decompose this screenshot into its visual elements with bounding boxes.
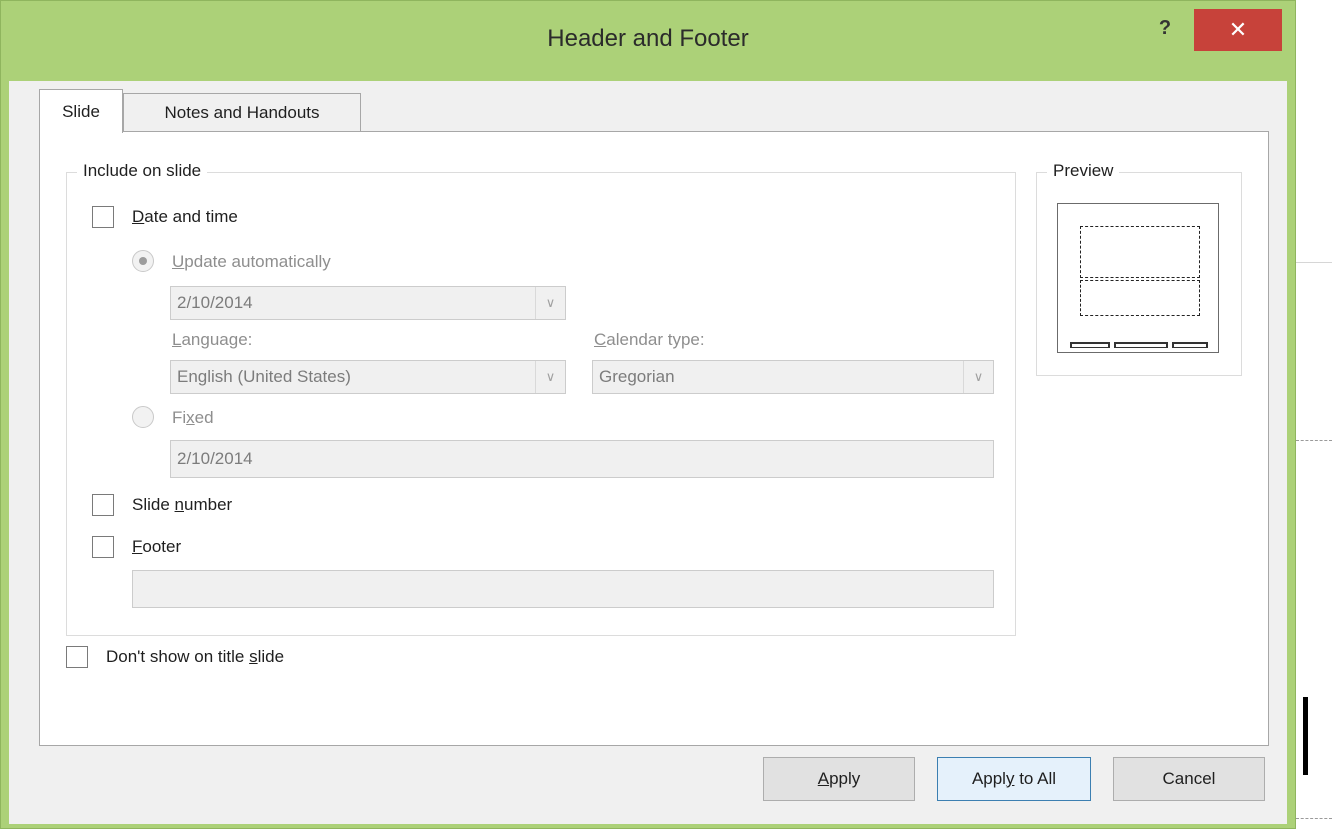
fixed-radio[interactable] xyxy=(132,406,154,428)
dialog-title: Header and Footer xyxy=(547,25,749,52)
header-footer-dialog: Header and Footer ? ✕ Slide Notes and Ha… xyxy=(0,0,1296,829)
background-divider xyxy=(1296,262,1332,263)
language-combo[interactable]: English (United States) ∨ xyxy=(170,360,566,394)
background-placeholder-border xyxy=(1296,818,1332,819)
date-time-checkbox[interactable] xyxy=(92,206,114,228)
preview-number-placeholder xyxy=(1172,342,1208,348)
radio-selected-dot xyxy=(139,257,147,265)
chevron-down-icon[interactable]: ∨ xyxy=(535,361,565,393)
include-on-slide-group: Include on slide xyxy=(66,161,1016,636)
preview-group: Preview xyxy=(1036,161,1242,376)
calendar-type-combo[interactable]: Gregorian ∨ xyxy=(592,360,994,394)
dialog-client-area: Slide Notes and Handouts Include on slid… xyxy=(9,81,1287,824)
calendar-type-label: Calendar type: xyxy=(594,330,705,349)
language-value: English (United States) xyxy=(177,367,351,386)
background-text-cursor xyxy=(1303,697,1308,775)
cancel-button[interactable]: Cancel xyxy=(1113,757,1265,801)
title-bar: Header and Footer ? ✕ xyxy=(1,1,1295,81)
update-automatically-label[interactable]: Update automatically xyxy=(172,252,331,272)
date-format-value: 2/10/2014 xyxy=(177,293,253,312)
apply-button[interactable]: Apply xyxy=(763,757,915,801)
fixed-date-input[interactable]: 2/10/2014 xyxy=(170,440,994,478)
preview-slide-thumbnail xyxy=(1057,203,1219,353)
dont-show-on-title-slide-checkbox[interactable] xyxy=(66,646,88,668)
background-placeholder-border xyxy=(1296,440,1332,441)
footer-text-input[interactable] xyxy=(132,570,994,608)
slide-number-checkbox[interactable] xyxy=(92,494,114,516)
preview-title-placeholder xyxy=(1080,226,1200,278)
update-automatically-radio[interactable] xyxy=(132,250,154,272)
date-time-label[interactable]: Date and time xyxy=(132,207,238,227)
preview-footer-placeholder xyxy=(1114,342,1168,348)
footer-label[interactable]: Footer xyxy=(132,537,181,557)
date-format-combo[interactable]: 2/10/2014 ∨ xyxy=(170,286,566,320)
preview-body-placeholder xyxy=(1080,280,1200,316)
fixed-label[interactable]: Fixed xyxy=(172,408,214,428)
tab-notes-and-handouts[interactable]: Notes and Handouts xyxy=(123,93,361,131)
chevron-down-icon[interactable]: ∨ xyxy=(535,287,565,319)
slide-tab-panel: Include on slide Date and time Update au… xyxy=(39,131,1269,746)
preview-date-placeholder xyxy=(1070,342,1110,348)
slide-number-label[interactable]: Slide number xyxy=(132,495,232,515)
include-on-slide-legend: Include on slide xyxy=(77,161,208,181)
close-button[interactable]: ✕ xyxy=(1194,9,1282,51)
tab-slide[interactable]: Slide xyxy=(39,89,123,133)
dont-show-on-title-slide-label[interactable]: Don't show on title slide xyxy=(106,647,284,667)
chevron-down-icon[interactable]: ∨ xyxy=(963,361,993,393)
apply-to-all-button[interactable]: Apply to All xyxy=(937,757,1091,801)
help-button[interactable]: ? xyxy=(1153,17,1177,47)
calendar-type-value: Gregorian xyxy=(599,367,675,386)
footer-checkbox[interactable] xyxy=(92,536,114,558)
preview-legend: Preview xyxy=(1047,161,1120,181)
language-label: Language: xyxy=(172,330,253,349)
